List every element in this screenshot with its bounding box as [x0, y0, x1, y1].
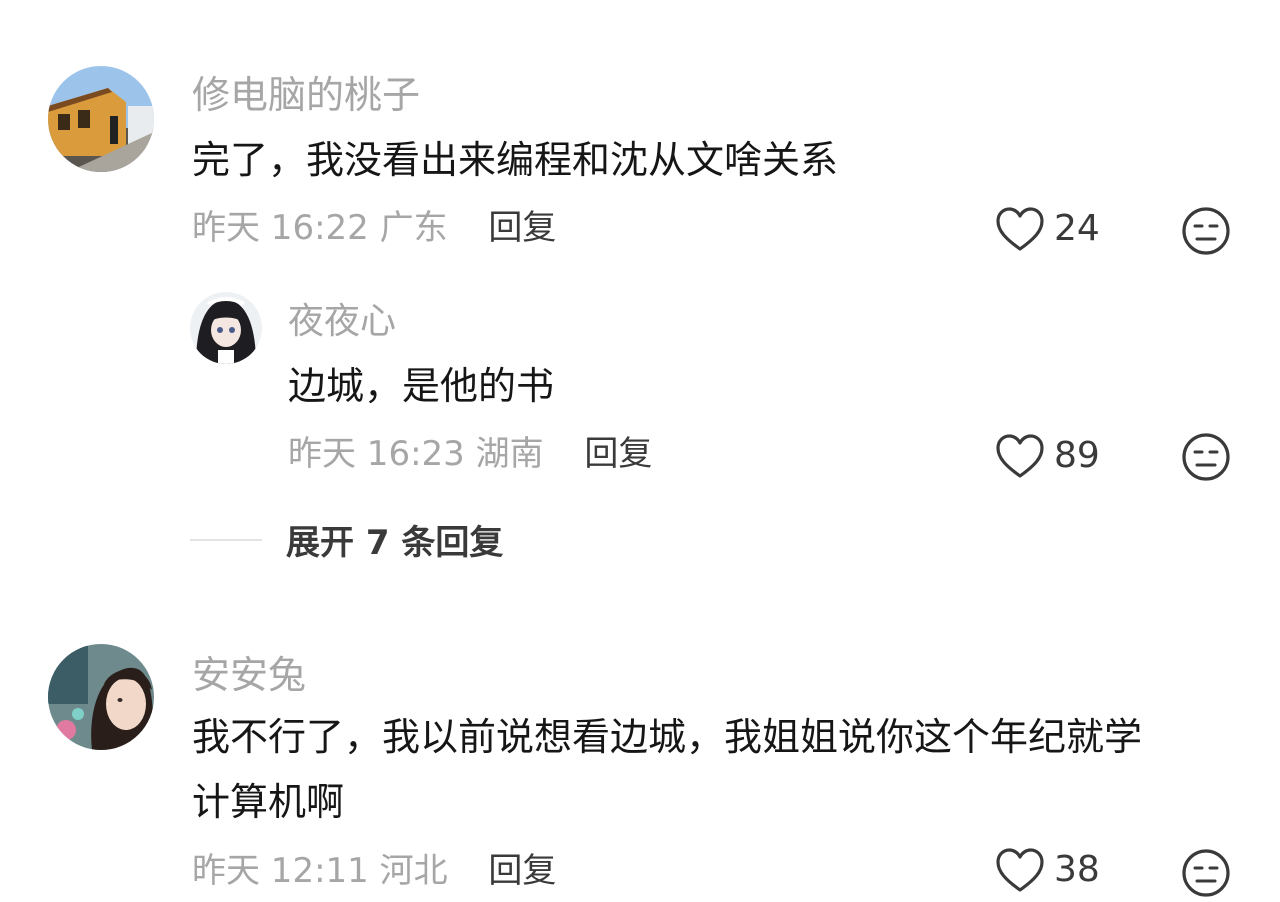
- expand-replies-label: 展开 7 条回复: [286, 523, 504, 563]
- divider: [190, 538, 262, 541]
- neutral-face-icon: [1182, 849, 1230, 897]
- avatar[interactable]: [48, 644, 154, 750]
- like-count: 38: [1054, 849, 1100, 890]
- heart-outline-icon: [996, 434, 1044, 478]
- reply-button[interactable]: 回复: [584, 434, 652, 474]
- username[interactable]: 安安兔: [192, 656, 306, 694]
- timestamp: 昨天 12:11: [192, 851, 369, 891]
- dislike-button[interactable]: [1181, 432, 1231, 482]
- reply-button[interactable]: 回复: [488, 208, 556, 248]
- dislike-button[interactable]: [1181, 206, 1231, 256]
- comment-item: 安安兔 我不行了，我以前说想看边城，我姐姐说你这个年纪就学 计算机啊 昨天 12…: [0, 620, 1280, 897]
- dislike-button[interactable]: [1181, 848, 1231, 898]
- username[interactable]: 修电脑的桃子: [192, 76, 420, 114]
- avatar[interactable]: [48, 66, 154, 172]
- avatar[interactable]: [190, 292, 262, 364]
- like-button[interactable]: 38: [994, 846, 1100, 894]
- comment-text-line-1: 我不行了，我以前说想看边城，我姐姐说你这个年纪就学: [192, 715, 1143, 759]
- location: 广东: [379, 208, 448, 248]
- location: 湖南: [475, 434, 544, 474]
- comment-text-line-2: 计算机啊: [192, 780, 345, 824]
- reply-button[interactable]: 回复: [488, 851, 556, 891]
- comment-meta: 昨天 16:22 广东 回复: [192, 211, 556, 245]
- heart-outline-icon: [996, 848, 1044, 892]
- expand-replies-button[interactable]: 展开 7 条回复: [190, 515, 503, 564]
- like-button[interactable]: 89: [994, 432, 1100, 480]
- comment-meta: 昨天 16:23 湖南 回复: [288, 437, 652, 471]
- comment-meta: 昨天 12:11 河北 回复: [192, 854, 556, 888]
- like-count: 24: [1054, 208, 1100, 249]
- location: 河北: [379, 851, 448, 891]
- like-button[interactable]: 24: [994, 205, 1100, 253]
- timestamp: 昨天 16:23: [288, 434, 465, 474]
- heart-outline-icon: [996, 207, 1044, 251]
- timestamp: 昨天 16:22: [192, 208, 369, 248]
- neutral-face-icon: [1182, 207, 1230, 255]
- neutral-face-icon: [1182, 433, 1230, 481]
- username[interactable]: 夜夜心: [288, 304, 396, 340]
- comment-text: 边城，是他的书: [288, 364, 555, 408]
- reply-item: 夜夜心 边城，是他的书 昨天 16:23 湖南 回复 89: [0, 280, 1280, 500]
- like-count: 89: [1054, 435, 1100, 476]
- comment-text: 完了，我没看出来编程和沈从文啥关系: [192, 138, 839, 182]
- comment-item: 修电脑的桃子 完了，我没看出来编程和沈从文啥关系 昨天 16:22 广东 回复 …: [0, 0, 1280, 280]
